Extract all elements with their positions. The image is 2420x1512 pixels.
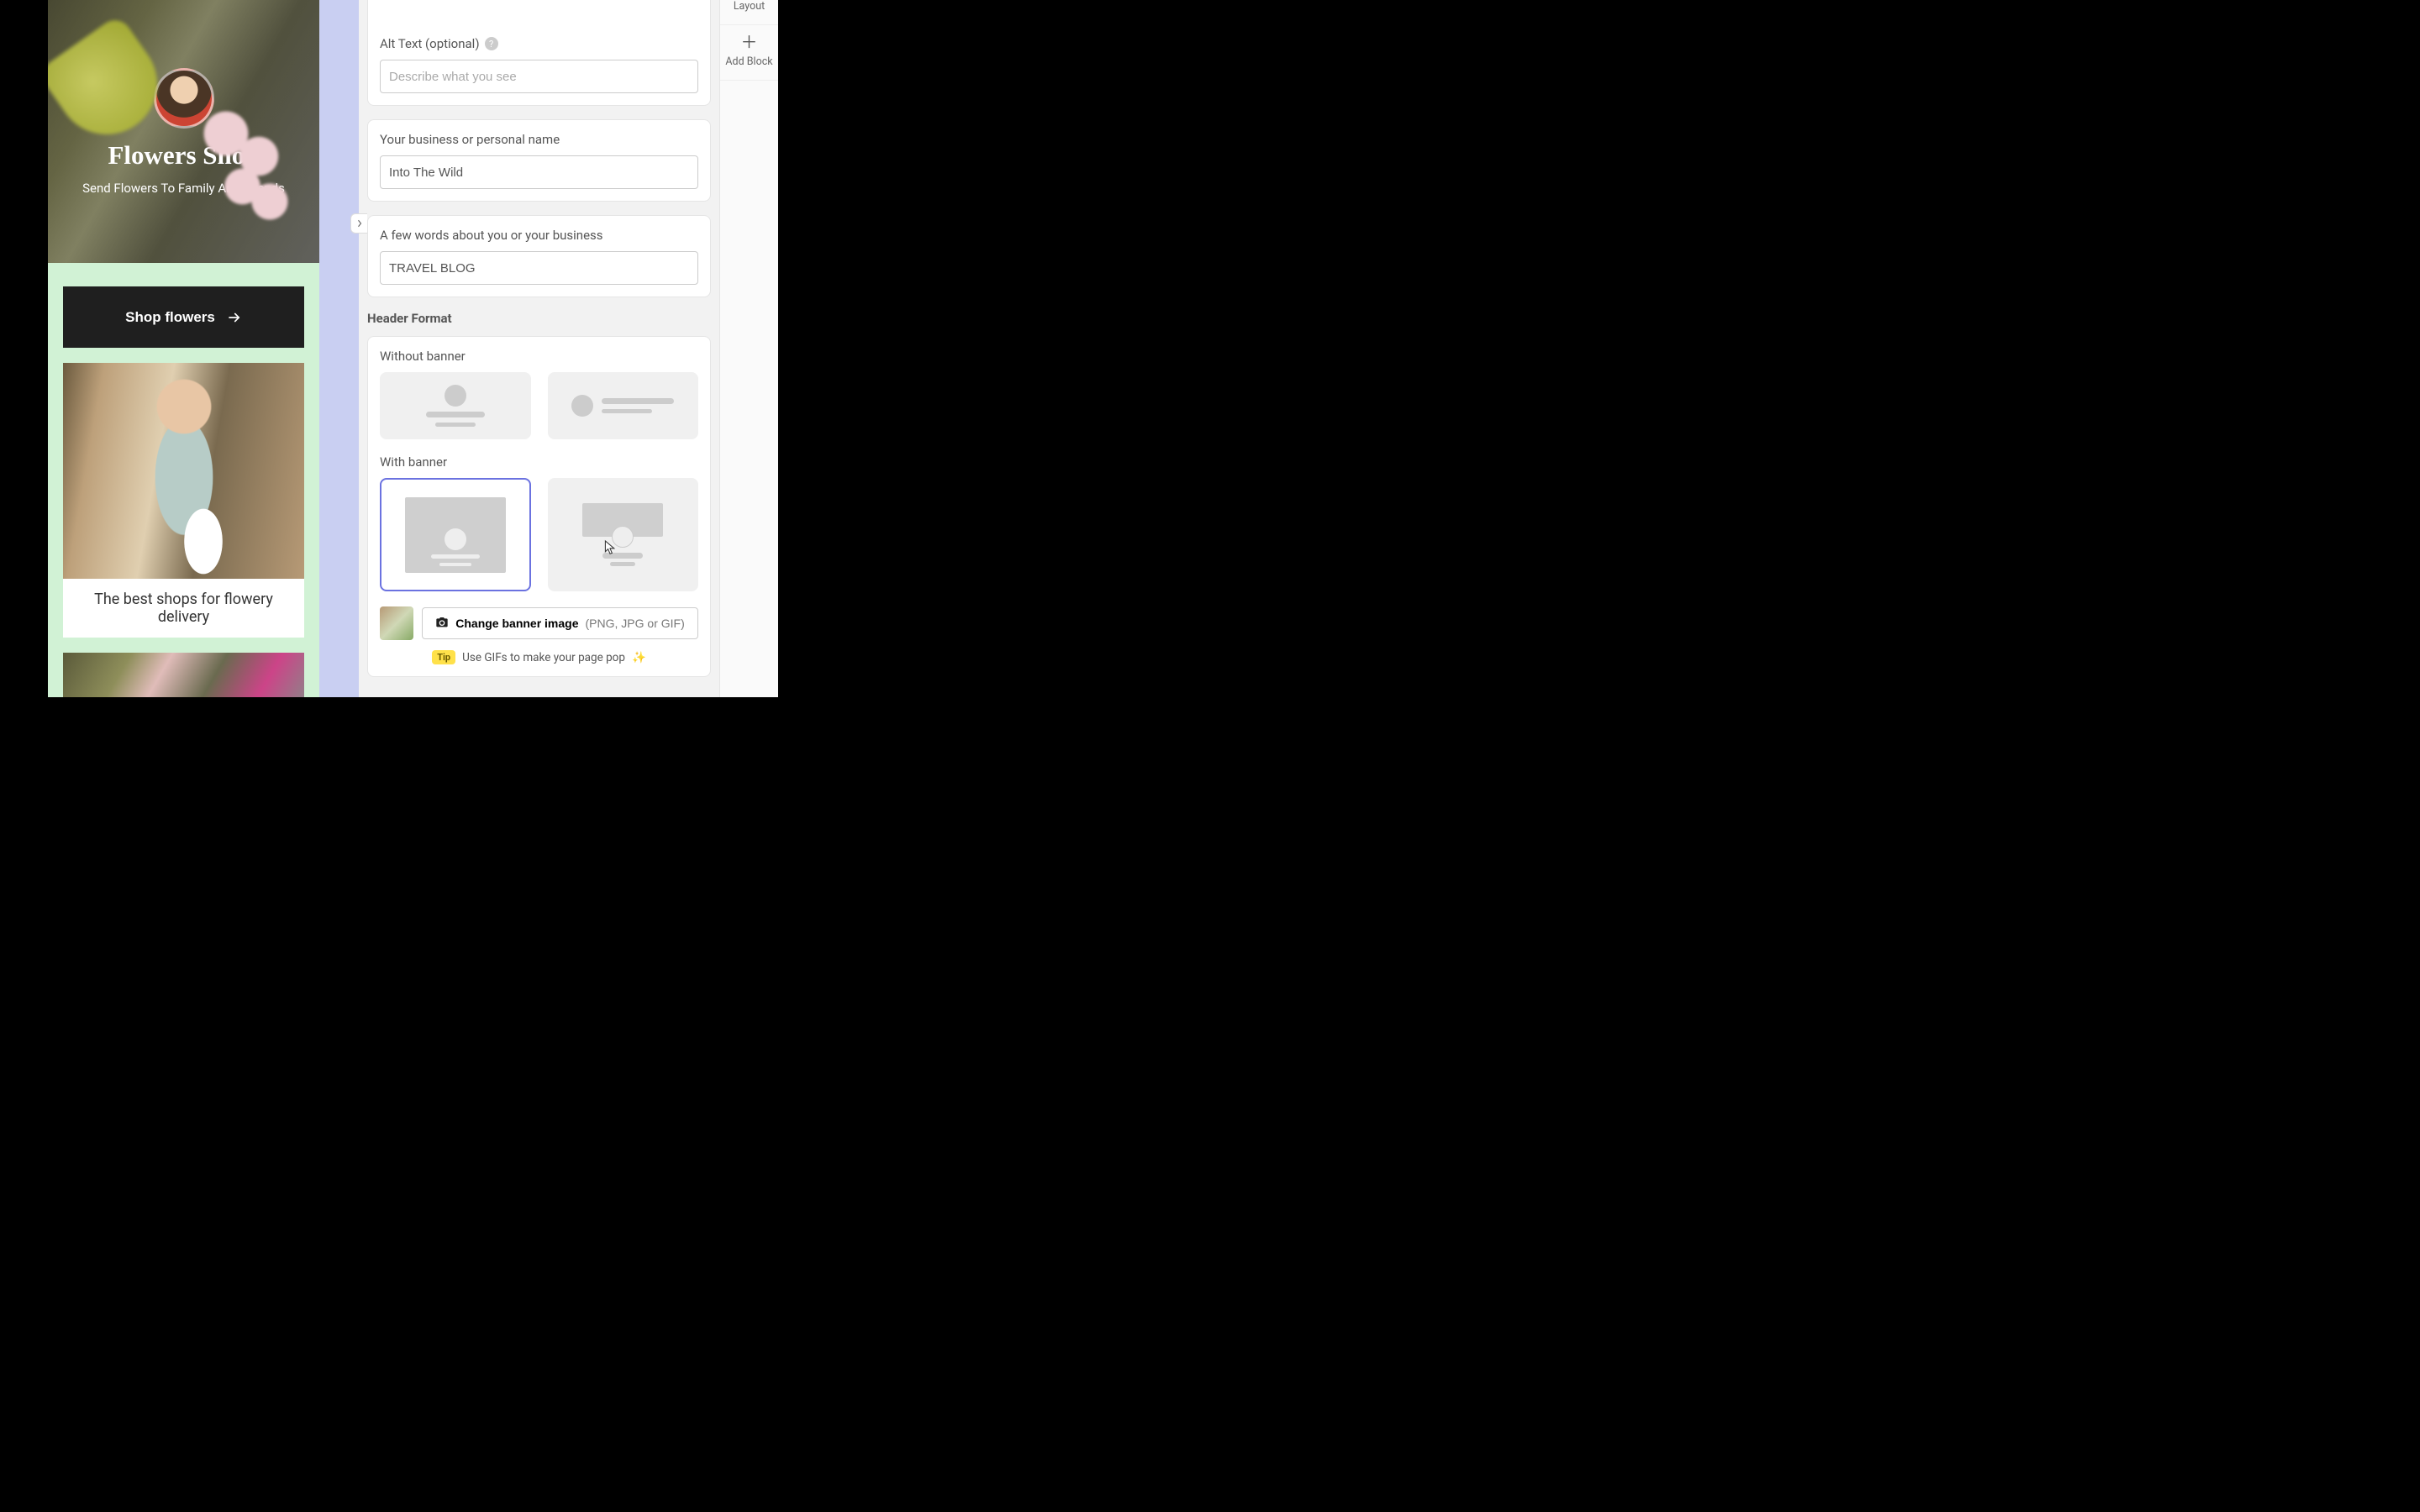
alt-text-label: Alt Text (optional) ? xyxy=(380,36,698,51)
format-option-banner-overlap[interactable] xyxy=(548,478,699,591)
layout-tool[interactable]: Layout xyxy=(720,0,778,25)
change-banner-ext: (PNG, JPG or GIF) xyxy=(586,617,685,630)
banner-thumbnail[interactable] xyxy=(380,606,413,640)
content-card xyxy=(63,653,304,697)
hero-bg-decor xyxy=(193,103,302,255)
help-icon[interactable]: ? xyxy=(485,37,498,50)
camera-icon xyxy=(435,616,449,632)
content-card: The best shops for flowery delivery xyxy=(63,363,304,638)
business-name-section: Your business or personal name xyxy=(367,119,711,202)
about-input[interactable] xyxy=(380,251,698,285)
layout-thumb-icon xyxy=(602,409,652,413)
properties-panel: Upload image (PNG, JPG or GIF) Alt Text … xyxy=(359,0,719,697)
without-banner-label: Without banner xyxy=(380,349,698,364)
layout-thumb-icon xyxy=(445,385,466,407)
layout-thumb-icon xyxy=(571,395,593,417)
sparkle-icon: ✨ xyxy=(632,651,646,664)
business-name-input[interactable] xyxy=(380,155,698,189)
card-image xyxy=(63,653,304,697)
layout-thumb-icon xyxy=(610,562,635,566)
format-option-banner-full[interactable] xyxy=(380,478,531,591)
right-toolstrip: Layout ＋ Add Block xyxy=(719,0,778,697)
header-format-section: Without banner With banner xyxy=(367,336,711,677)
tip-text: Use GIFs to make your page pop xyxy=(462,651,625,664)
card-caption: The best shops for flowery delivery xyxy=(63,579,304,638)
layout-label: Layout xyxy=(734,0,765,13)
about-label: A few words about you or your business xyxy=(380,228,698,243)
format-option-nobanner-left[interactable] xyxy=(548,372,699,439)
business-name-label: Your business or personal name xyxy=(380,132,698,147)
layout-thumb-icon xyxy=(426,412,485,417)
about-section: A few words about you or your business xyxy=(367,215,711,297)
panel-collapse-toggle[interactable] xyxy=(350,213,367,234)
format-option-nobanner-center[interactable] xyxy=(380,372,531,439)
header-format-heading: Header Format xyxy=(367,311,711,326)
image-decor xyxy=(179,500,228,575)
layout-thumb-icon xyxy=(435,423,476,427)
change-banner-label: Change banner image xyxy=(455,617,578,630)
change-banner-button[interactable]: Change banner image (PNG, JPG or GIF) xyxy=(422,607,698,639)
preview-gutter xyxy=(319,0,359,697)
add-block-label: Add Block xyxy=(725,55,772,68)
arrow-right-icon xyxy=(227,310,242,325)
with-banner-label: With banner xyxy=(380,454,698,470)
preview-canvas: Flowers Shop Send Flowers To Family And … xyxy=(48,0,319,697)
alt-text-input[interactable] xyxy=(380,60,698,93)
layout-thumb-icon xyxy=(602,398,674,404)
cta-label: Shop flowers xyxy=(125,309,215,326)
add-block-tool[interactable]: ＋ Add Block xyxy=(720,25,778,81)
hero-banner: Flowers Shop Send Flowers To Family And … xyxy=(48,0,319,263)
preview-body: Shop flowers The best shops for flowery … xyxy=(48,263,319,697)
layout-thumb-icon xyxy=(405,497,506,573)
tip-badge: Tip xyxy=(432,650,455,664)
cursor-icon xyxy=(603,539,617,556)
cta-button[interactable]: Shop flowers xyxy=(63,286,304,348)
preview-page: Flowers Shop Send Flowers To Family And … xyxy=(48,0,319,697)
tip-row: Tip Use GIFs to make your page pop ✨ xyxy=(380,650,698,664)
image-upload-section: Upload image (PNG, JPG or GIF) Alt Text … xyxy=(367,0,711,106)
card-image xyxy=(63,363,304,579)
plus-icon: ＋ xyxy=(741,34,758,50)
